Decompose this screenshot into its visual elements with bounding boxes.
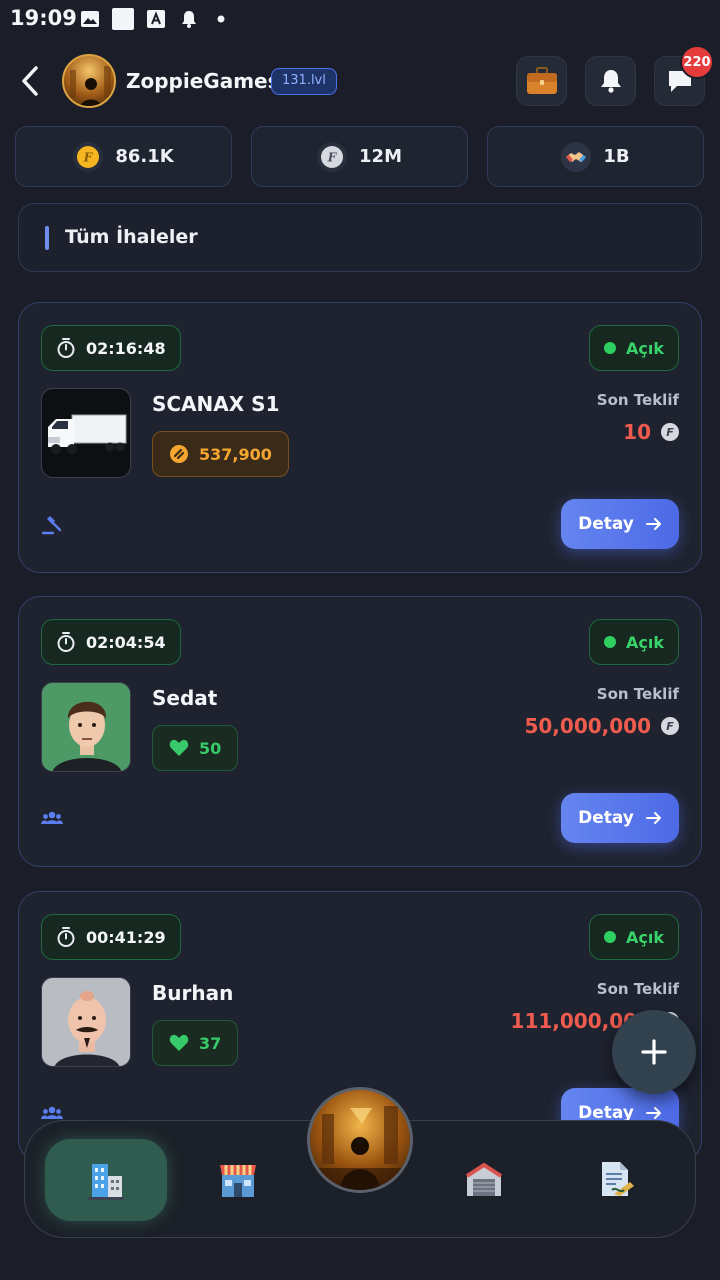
price-value: 537,900 bbox=[199, 444, 272, 464]
status-text: Açık bbox=[626, 338, 664, 358]
last-bid: 50,000,000 F bbox=[524, 714, 679, 738]
nav-item-contracts[interactable] bbox=[555, 1139, 677, 1221]
arrow-right-icon bbox=[645, 518, 661, 530]
last-bid-label: Son Teklif bbox=[596, 391, 679, 409]
likes-value: 37 bbox=[199, 1033, 222, 1053]
last-bid-label: Son Teklif bbox=[596, 685, 679, 703]
status-dot-icon bbox=[604, 636, 616, 648]
dot-icon bbox=[217, 15, 225, 23]
level-badge: 131.lvl bbox=[271, 68, 337, 95]
arrow-right-icon bbox=[645, 812, 661, 824]
status-dot-icon bbox=[604, 931, 616, 943]
auction-title: Burhan bbox=[152, 981, 234, 1005]
detail-label: Detay bbox=[578, 514, 634, 534]
bell-notification-icon bbox=[182, 11, 196, 28]
player-portrait bbox=[41, 682, 131, 772]
svg-text:F: F bbox=[83, 150, 94, 164]
handshake-value: 1B bbox=[603, 146, 630, 167]
home-avatar-icon bbox=[310, 1106, 410, 1190]
market-store-icon bbox=[220, 1165, 256, 1197]
heart-icon bbox=[169, 739, 189, 756]
auction-card[interactable]: 02:16:48 Açık SCANAX S1 537,900 Son Tekl… bbox=[18, 302, 702, 573]
auction-timer: 02:16:48 bbox=[41, 325, 181, 371]
contract-document-icon bbox=[602, 1162, 634, 1196]
silver-coin-icon: F bbox=[661, 717, 679, 735]
likes-chip: 50 bbox=[152, 725, 239, 771]
avatar-image bbox=[70, 66, 111, 106]
status-dot-icon bbox=[604, 342, 616, 354]
heart-icon bbox=[169, 1034, 189, 1051]
gold-coin-icon: F bbox=[73, 141, 104, 172]
handshake-icon bbox=[561, 141, 592, 172]
detail-button[interactable]: Detay bbox=[561, 499, 679, 549]
bell-icon bbox=[600, 70, 621, 93]
auction-timer: 02:04:54 bbox=[41, 619, 181, 665]
last-bid-value: 10 bbox=[623, 420, 651, 444]
status-badge: Açık bbox=[589, 619, 679, 665]
arrow-right-icon bbox=[645, 1107, 661, 1119]
filter-label: Tüm İhaleler bbox=[65, 226, 198, 248]
garage-icon bbox=[465, 1162, 503, 1196]
silver-coin-value: 12M bbox=[359, 146, 402, 167]
status-text: Açık bbox=[626, 632, 664, 652]
silver-coin-icon: F bbox=[661, 423, 679, 441]
auction-timer: 00:41:29 bbox=[41, 914, 181, 960]
status-bar: 19:09 bbox=[0, 0, 720, 38]
last-bid-label: Son Teklif bbox=[596, 980, 679, 998]
plus-icon bbox=[641, 1039, 667, 1065]
coin-tag-icon bbox=[170, 445, 188, 463]
auction-title: SCANAX S1 bbox=[152, 392, 280, 416]
likes-value: 50 bbox=[199, 738, 222, 758]
nav-item-home[interactable] bbox=[307, 1087, 413, 1193]
handshake-balance[interactable]: 1B bbox=[487, 126, 704, 187]
briefcase-button[interactable] bbox=[516, 56, 567, 106]
image-notification-icon bbox=[81, 11, 99, 27]
silver-coin-icon: F bbox=[317, 141, 348, 172]
bottom-navigation bbox=[24, 1087, 696, 1238]
auction-filter[interactable]: Tüm İhaleler bbox=[18, 203, 702, 272]
nav-item-market[interactable] bbox=[177, 1139, 299, 1221]
status-badge: Açık bbox=[589, 914, 679, 960]
stopwatch-icon bbox=[57, 927, 75, 947]
gavel-icon bbox=[41, 516, 62, 535]
add-button[interactable] bbox=[612, 1010, 696, 1094]
gold-coin-balance[interactable]: F 86.1K bbox=[15, 126, 232, 187]
last-bid: 10 F bbox=[623, 420, 679, 444]
detail-button[interactable]: Detay bbox=[561, 793, 679, 843]
back-arrow-icon[interactable] bbox=[16, 64, 46, 98]
username: ZoppieGames bbox=[126, 69, 280, 93]
last-bid-value: 50,000,000 bbox=[524, 714, 651, 738]
stopwatch-icon bbox=[57, 632, 75, 652]
avatar[interactable] bbox=[62, 54, 116, 108]
timer-text: 00:41:29 bbox=[86, 927, 166, 947]
timer-text: 02:16:48 bbox=[86, 338, 166, 358]
svg-text:F: F bbox=[327, 150, 338, 164]
nav-item-office[interactable] bbox=[45, 1139, 167, 1221]
silver-coin-balance[interactable]: F 12M bbox=[251, 126, 468, 187]
timer-text: 02:04:54 bbox=[86, 632, 166, 652]
filter-indicator bbox=[45, 226, 49, 250]
player-portrait bbox=[41, 977, 131, 1067]
nav-item-garage[interactable] bbox=[423, 1139, 545, 1221]
stopwatch-icon bbox=[57, 338, 75, 358]
message-count-badge: 220 bbox=[680, 45, 714, 79]
square-notification-icon bbox=[112, 8, 134, 30]
detail-label: Detay bbox=[578, 808, 634, 828]
messages-button[interactable]: 220 bbox=[654, 45, 714, 106]
status-time: 19:09 bbox=[10, 6, 77, 30]
group-icon bbox=[41, 811, 63, 824]
auction-card[interactable]: 02:04:54 Açık Sedat 50 Son Teklif 50,000… bbox=[18, 596, 702, 867]
office-building-icon bbox=[88, 1164, 124, 1200]
truck-image bbox=[41, 388, 131, 478]
font-notification-icon bbox=[147, 10, 165, 28]
auction-title: Sedat bbox=[152, 686, 218, 710]
briefcase-icon bbox=[526, 67, 557, 94]
status-badge: Açık bbox=[589, 325, 679, 371]
gold-coin-value: 86.1K bbox=[115, 146, 174, 167]
price-chip: 537,900 bbox=[152, 431, 289, 477]
likes-chip: 37 bbox=[152, 1020, 239, 1066]
status-text: Açık bbox=[626, 927, 664, 947]
notifications-button[interactable] bbox=[585, 56, 636, 106]
